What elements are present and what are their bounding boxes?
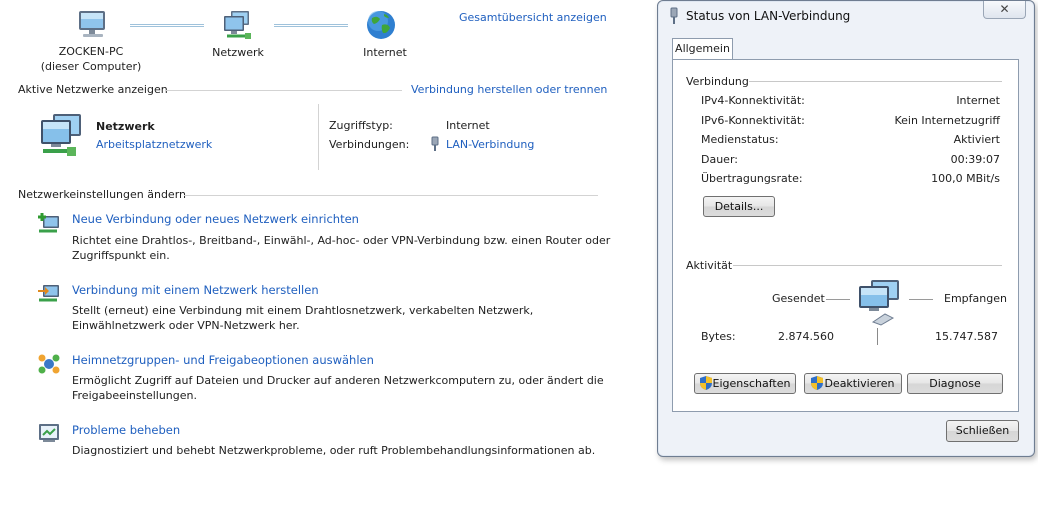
connect-disconnect-link[interactable]: Verbindung herstellen oder trennen — [411, 83, 607, 96]
task-connect-network-link[interactable]: Verbindung mit einem Netzwerk herstellen — [72, 283, 319, 297]
internet-node-label: Internet — [363, 46, 407, 59]
speed-value: 100,0 MBit/s — [931, 172, 1000, 185]
full-map-link[interactable]: Gesamtübersicht anzeigen — [459, 11, 607, 24]
disable-button-label: Deaktivieren — [824, 377, 895, 390]
map-connector-2 — [274, 24, 348, 27]
sent-label: Gesendet — [772, 292, 825, 305]
tab-general[interactable]: Allgemein — [672, 38, 733, 60]
network-map: ZOCKEN-PC (dieser Computer) Netzwerk Int… — [0, 0, 620, 80]
close-button[interactable]: Schließen — [946, 420, 1019, 442]
connection-group-line — [749, 81, 1002, 82]
close-window-button[interactable]: ✕ — [983, 1, 1026, 19]
globe-icon[interactable] — [365, 9, 397, 41]
access-type-label: Zugriffstyp: — [329, 119, 393, 132]
sent-line — [826, 299, 850, 300]
network-icon[interactable] — [221, 10, 255, 42]
task-new-connection-desc: Richtet eine Drahtlos-, Breitband-, Einw… — [72, 234, 611, 262]
connections-label: Verbindungen: — [329, 138, 410, 151]
disable-button[interactable]: Deaktivieren — [804, 373, 902, 394]
troubleshoot-icon — [39, 424, 59, 442]
settings-heading: Netzwerkeinstellungen ändern — [18, 188, 186, 201]
properties-button[interactable]: Eigenschaften — [694, 373, 796, 394]
details-button[interactable]: Details... — [703, 196, 775, 217]
properties-button-label: Eigenschaften — [712, 377, 791, 390]
ipv4-label: IPv4-Konnektivität: — [701, 94, 805, 107]
access-type-value: Internet — [446, 119, 490, 132]
duration-value: 00:39:07 — [950, 153, 1000, 166]
received-line — [909, 299, 933, 300]
work-network-icon[interactable] — [37, 112, 87, 158]
ipv4-value: Internet — [956, 94, 1000, 107]
media-status-label: Medienstatus: — [701, 133, 779, 146]
new-connection-icon — [38, 213, 59, 233]
diagnose-button[interactable]: Diagnose — [907, 373, 1003, 394]
bytes-received-value: 15.747.587 — [935, 330, 998, 343]
computer-node: ZOCKEN-PC (dieser Computer) — [36, 44, 146, 74]
network-type-link[interactable]: Arbeitsplatznetzwerk — [96, 138, 212, 151]
received-label: Empfangen — [944, 292, 1007, 305]
bytes-divider — [877, 328, 878, 345]
network-name: Netzwerk — [96, 120, 155, 133]
ipv6-value: Kein Internetzugriff — [894, 114, 1000, 127]
uac-shield-icon — [811, 376, 824, 390]
media-status-value: Aktiviert — [953, 133, 1000, 146]
lan-status-dialog: Status von LAN-Verbindung ✕ Allgemein Ve… — [657, 0, 1035, 457]
settings-divider — [184, 195, 598, 196]
activity-group-label: Aktivität — [686, 259, 733, 272]
bytes-sent-value: 2.874.560 — [778, 330, 834, 343]
homegroup-icon — [38, 354, 60, 374]
active-networks-divider — [166, 90, 402, 91]
network-node-label: Netzwerk — [212, 46, 264, 59]
connection-group-label: Verbindung — [686, 75, 749, 88]
lan-connection-link[interactable]: LAN-Verbindung — [446, 138, 534, 151]
computer-subtitle: (dieser Computer) — [40, 60, 142, 73]
task-new-connection-link[interactable]: Neue Verbindung oder neues Netzwerk einr… — [72, 212, 359, 226]
uac-shield-icon — [699, 376, 712, 390]
active-networks-heading: Aktive Netzwerke anzeigen — [18, 83, 168, 96]
computer-name: ZOCKEN-PC — [58, 45, 124, 58]
general-tab-panel: Verbindung IPv4-Konnektivität: Internet … — [672, 59, 1019, 412]
task-troubleshoot-desc: Diagnostiziert und behebt Netzwerkproble… — [72, 444, 596, 457]
dialog-title: Status von LAN-Verbindung — [686, 9, 851, 23]
vertical-divider — [318, 104, 319, 170]
connect-network-icon — [38, 285, 59, 302]
speed-label: Übertragungsrate: — [701, 172, 803, 185]
computer-icon[interactable] — [76, 9, 110, 41]
task-troubleshoot-link[interactable]: Probleme beheben — [72, 423, 180, 437]
ethernet-plug-icon — [431, 136, 439, 151]
task-homegroup-link[interactable]: Heimnetzgruppen- und Freigabeoptionen au… — [72, 353, 374, 367]
task-homegroup-desc: Ermöglicht Zugriff auf Dateien und Druck… — [72, 374, 604, 402]
lan-plug-icon — [670, 7, 678, 24]
map-connector-1 — [130, 24, 204, 27]
duration-label: Dauer: — [701, 153, 738, 166]
dialog-titlebar[interactable]: Status von LAN-Verbindung ✕ — [658, 1, 1034, 29]
activity-computers-icon — [859, 280, 899, 326]
task-connect-network-desc: Stellt (erneut) eine Verbindung mit eine… — [72, 304, 534, 332]
activity-group-line — [733, 265, 1002, 266]
bytes-label: Bytes: — [701, 330, 736, 343]
ipv6-label: IPv6-Konnektivität: — [701, 114, 805, 127]
